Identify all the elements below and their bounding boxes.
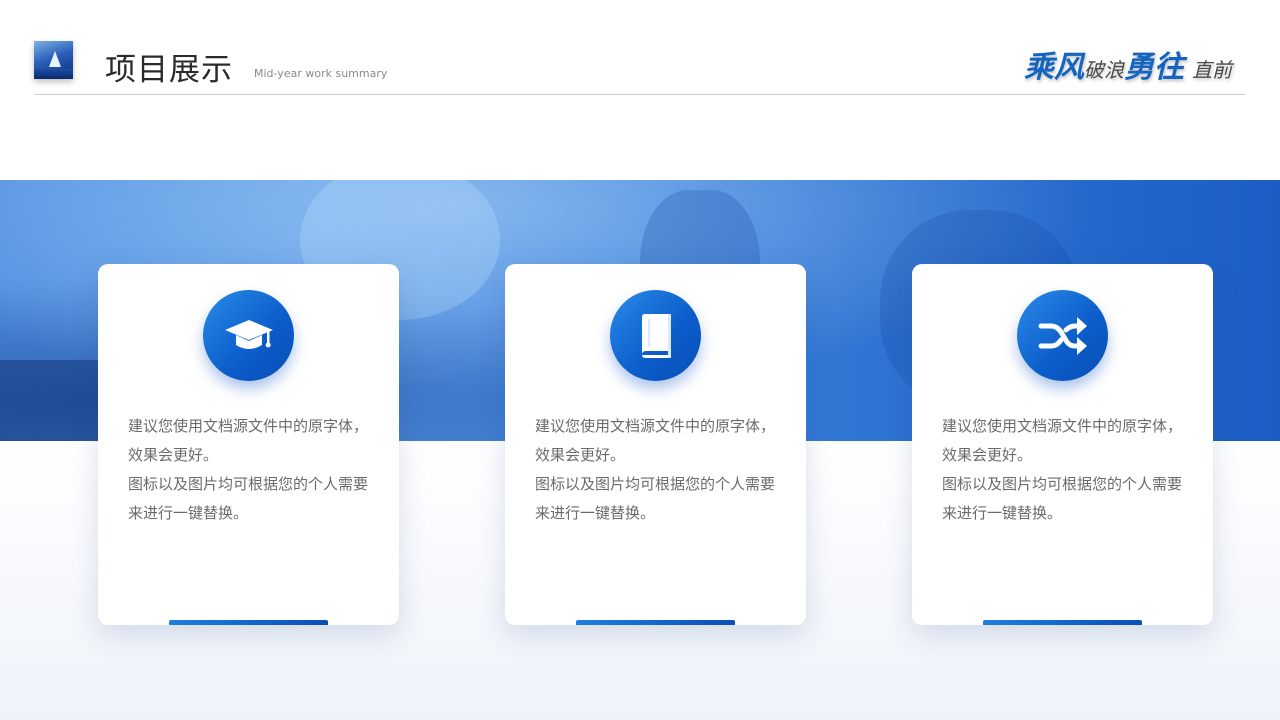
card-accent-bar bbox=[576, 620, 735, 625]
header-logo-image bbox=[34, 41, 73, 79]
shuffle-icon bbox=[1038, 316, 1087, 355]
project-card-2: 建议您使用文档源文件中的原字体，效果会更好。 图标以及图片均可根据您的个人需要来… bbox=[505, 264, 806, 625]
book-icon bbox=[641, 313, 671, 358]
card-text-line-2: 图标以及图片均可根据您的个人需要来进行一键替换。 bbox=[128, 475, 369, 522]
slogan-part-3: 勇往 bbox=[1124, 50, 1184, 85]
card-text-line-2: 图标以及图片均可根据您的个人需要来进行一键替换。 bbox=[942, 475, 1183, 522]
header-divider bbox=[34, 94, 1245, 95]
card-text: 建议您使用文档源文件中的原字体，效果会更好。 图标以及图片均可根据您的个人需要来… bbox=[535, 412, 785, 528]
sailboat-icon bbox=[49, 51, 61, 67]
card-text: 建议您使用文档源文件中的原字体，效果会更好。 图标以及图片均可根据您的个人需要来… bbox=[942, 412, 1192, 528]
project-card-1: 建议您使用文档源文件中的原字体，效果会更好。 图标以及图片均可根据您的个人需要来… bbox=[98, 264, 399, 625]
card-accent-bar bbox=[169, 620, 328, 625]
slogan-part-2: 破浪 bbox=[1084, 58, 1124, 82]
page-title: 项目展示 bbox=[105, 52, 233, 88]
card-text-line-2: 图标以及图片均可根据您的个人需要来进行一键替换。 bbox=[535, 475, 776, 522]
slogan-part-1: 乘风 bbox=[1024, 50, 1084, 85]
icon-circle bbox=[203, 290, 294, 381]
card-text-line-1: 建议您使用文档源文件中的原字体，效果会更好。 bbox=[535, 417, 776, 464]
graduation-cap-icon bbox=[224, 319, 273, 349]
slogan-part-4: 直前 bbox=[1192, 58, 1232, 82]
card-text-line-1: 建议您使用文档源文件中的原字体，效果会更好。 bbox=[942, 417, 1183, 464]
card-accent-bar bbox=[983, 620, 1142, 625]
project-card-3: 建议您使用文档源文件中的原字体，效果会更好。 图标以及图片均可根据您的个人需要来… bbox=[912, 264, 1213, 625]
card-text: 建议您使用文档源文件中的原字体，效果会更好。 图标以及图片均可根据您的个人需要来… bbox=[128, 412, 378, 528]
icon-circle bbox=[610, 290, 701, 381]
slogan: 乘风破浪勇往 直前 bbox=[1024, 42, 1232, 86]
card-text-line-1: 建议您使用文档源文件中的原字体，效果会更好。 bbox=[128, 417, 369, 464]
icon-circle bbox=[1017, 290, 1108, 381]
page-subtitle: Mid-year work summary bbox=[254, 67, 388, 80]
